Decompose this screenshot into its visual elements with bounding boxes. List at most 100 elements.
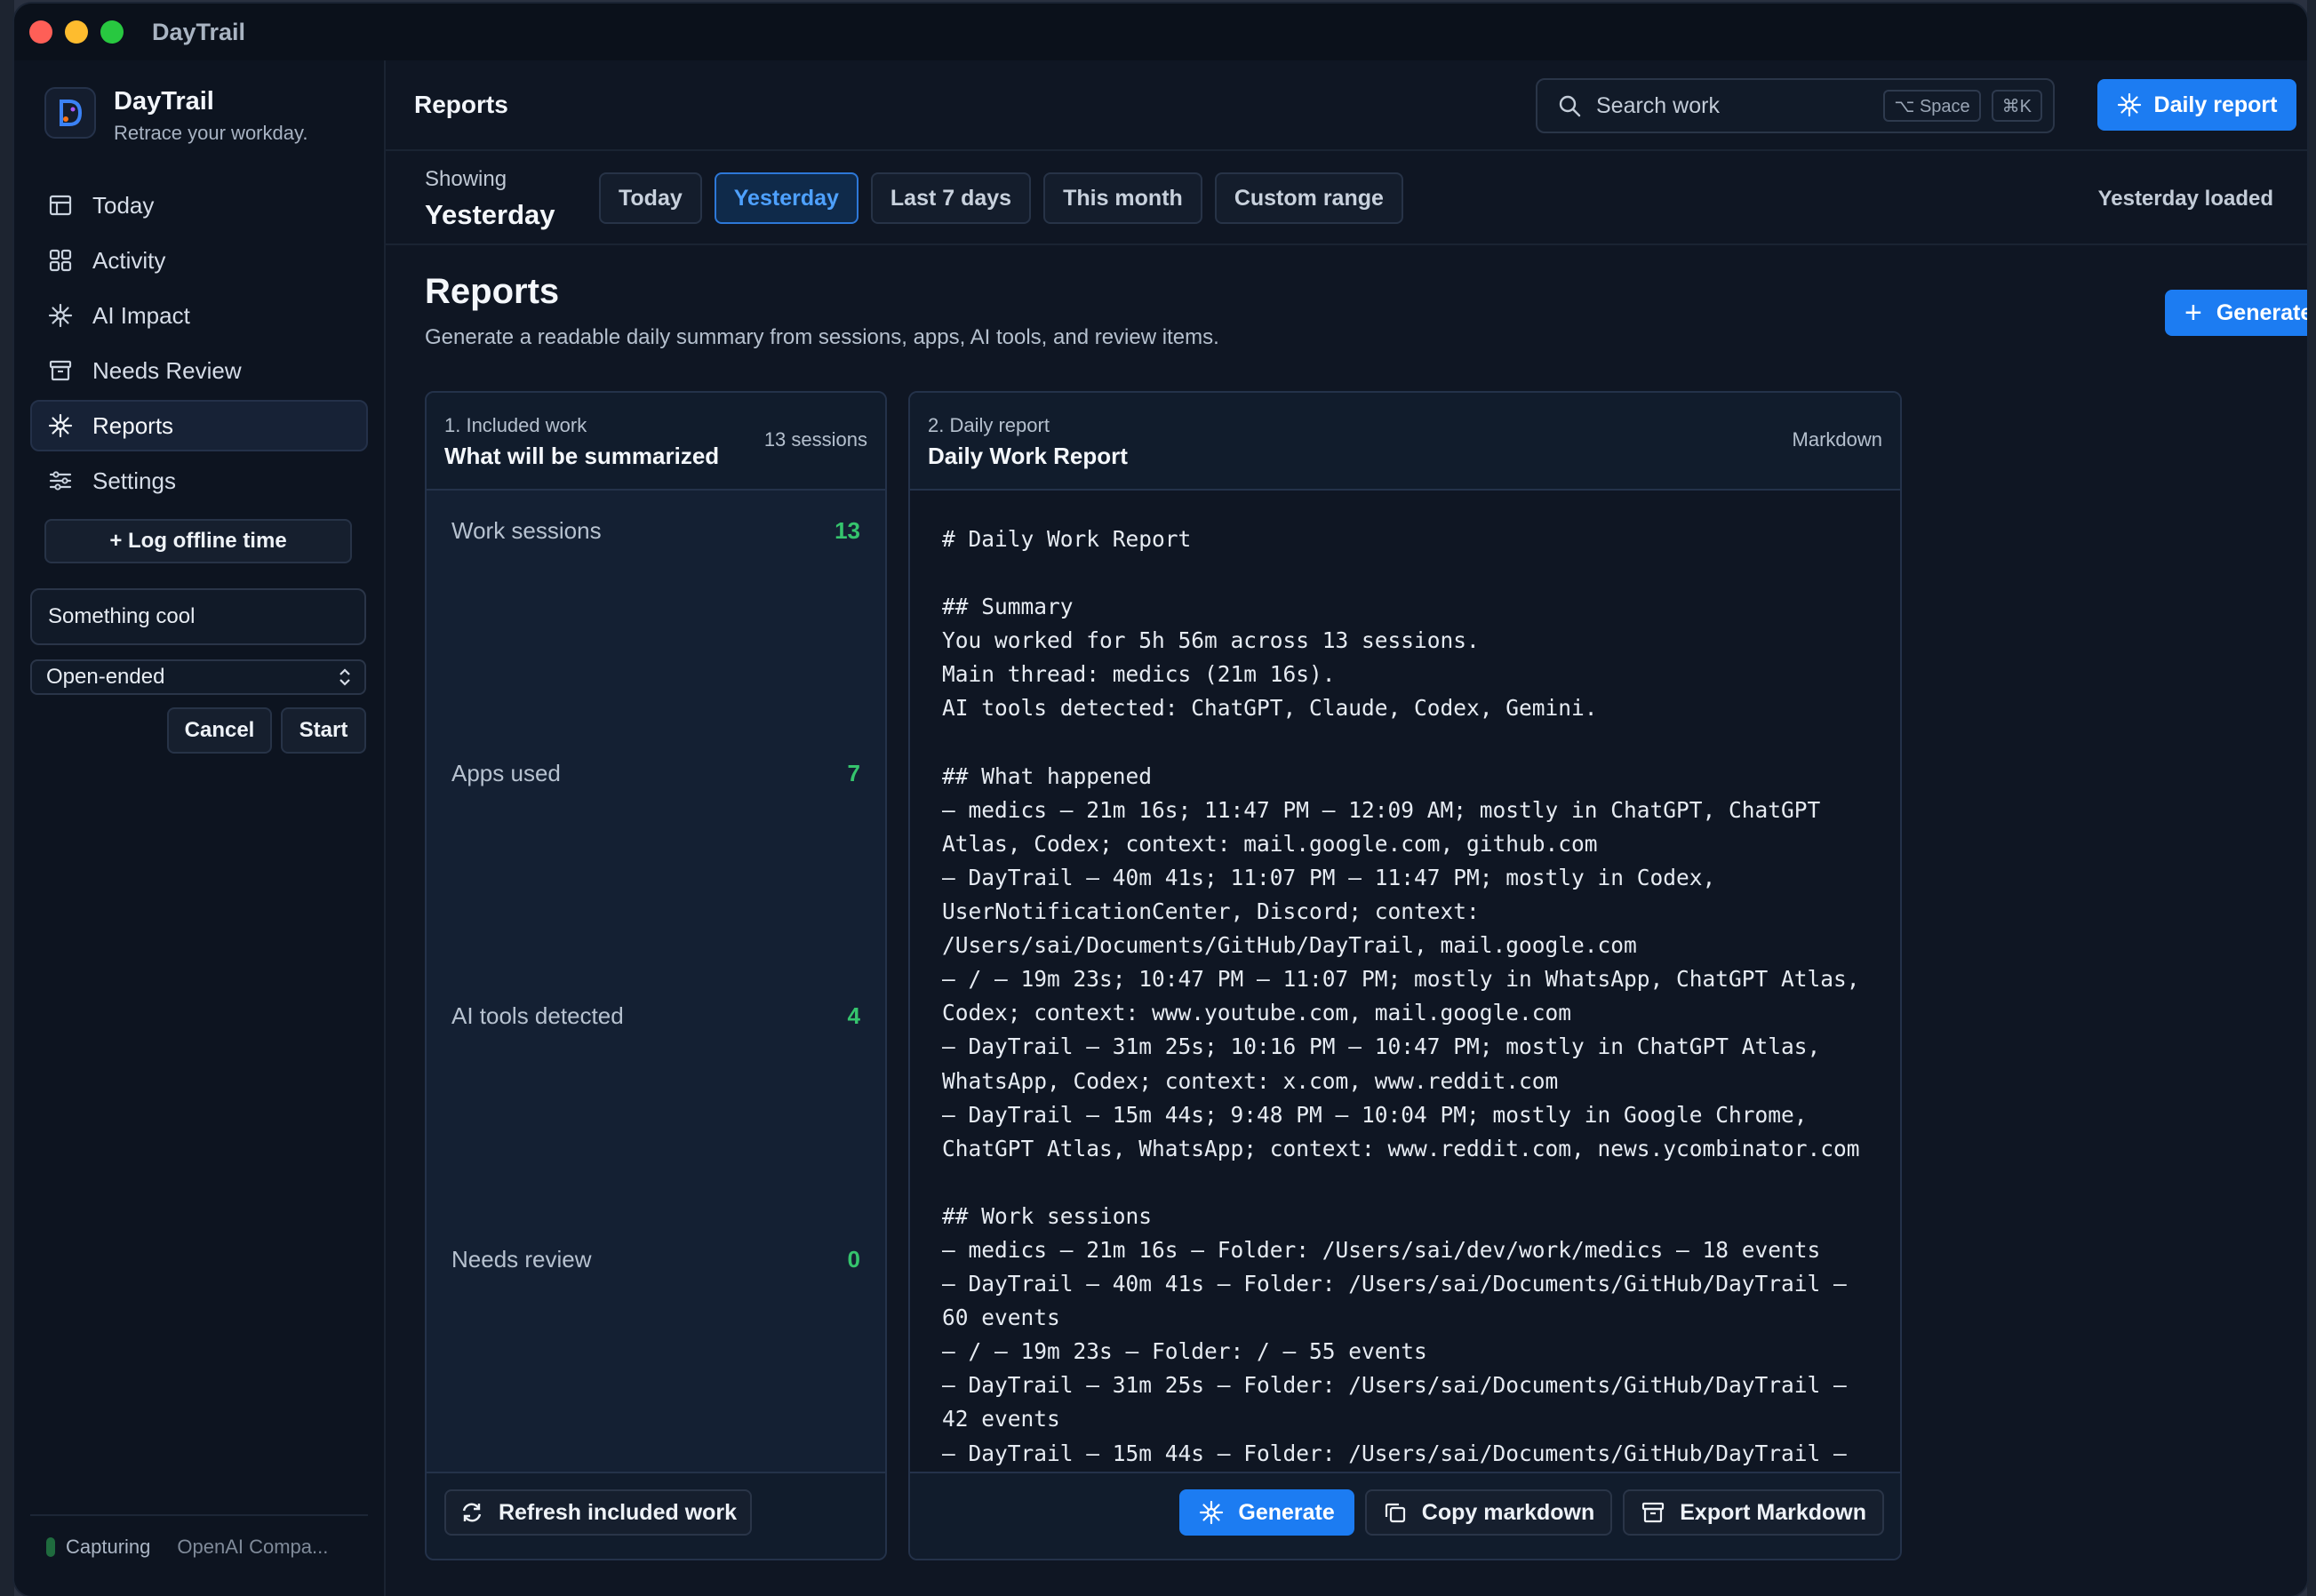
sidebar-item-label: Today (92, 191, 155, 219)
card-kicker: 1. Included work (444, 414, 587, 436)
daily-report-card: 2. Daily report Daily Work Report Markdo… (908, 391, 1902, 1560)
copy-markdown-label: Copy markdown (1421, 1499, 1595, 1525)
sparkle-icon (2117, 92, 2141, 117)
export-markdown-button[interactable]: Export Markdown (1623, 1489, 1884, 1536)
archive-icon (49, 360, 72, 381)
model-provider-label[interactable]: OpenAI Compa... (177, 1536, 328, 1559)
session-count: 13 sessions (763, 428, 867, 451)
tab-last-7-days[interactable]: Last 7 days (870, 172, 1032, 224)
load-status: Yesterday loaded (2097, 187, 2273, 211)
sidebar-item-today[interactable]: Today (30, 180, 368, 231)
cancel-button[interactable]: Cancel (167, 707, 272, 754)
main-content: Reports Search work ⌥ Space ⌘K Daily rep… (386, 60, 2307, 1596)
session-mode-value: Open-ended (46, 665, 165, 689)
copy-icon (1385, 1503, 1405, 1523)
sidebar-nav: Today Activity AI Impact Needs Review Re… (30, 180, 368, 510)
sparkle-icon (48, 303, 73, 328)
brand: DayTrail Retrace your workday. (44, 87, 307, 145)
stat-value: 13 (835, 517, 860, 544)
capture-status-text: Capturing (66, 1536, 151, 1558)
sidebar-item-settings[interactable]: Settings (30, 455, 368, 507)
report-markdown-text: # Daily Work Report ## Summary You worke… (942, 526, 1860, 1466)
desktop-background (0, 0, 14, 1596)
page-subtitle: Generate a readable daily summary from s… (425, 325, 1219, 349)
card-header: 2. Daily report Daily Work Report Markdo… (910, 393, 1900, 491)
search-shortcut-badge: ⌥ Space (1883, 90, 1981, 122)
app-window: DayTrail DayTrail Retrace your workday. … (14, 4, 2307, 1596)
window-controls (29, 20, 124, 44)
stat-work-sessions: Work sessions 13 (451, 517, 860, 545)
card-header: 1. Included work What will be summarized… (427, 393, 885, 491)
sidebar-item-activity[interactable]: Activity (30, 235, 368, 286)
card-footer: Generate Copy markdown Export Markdown (910, 1472, 1900, 1559)
date-filter-bar: Showing Yesterday Today Yesterday Last 7… (386, 151, 2307, 245)
title-bar: DayTrail (14, 4, 2307, 60)
select-chevrons-icon (339, 668, 350, 686)
format-label: Markdown (1792, 428, 1882, 451)
sidebar-item-ai-impact[interactable]: AI Impact (30, 290, 368, 341)
sidebar-item-label: Needs Review (92, 356, 242, 384)
stat-label: Needs review (451, 1246, 592, 1273)
brand-tagline: Retrace your workday. (114, 122, 308, 144)
sparkle-icon (48, 413, 73, 438)
tab-today[interactable]: Today (599, 172, 702, 224)
card-title: Daily Work Report (928, 443, 1128, 469)
session-mode-select[interactable]: Open-ended (30, 659, 366, 695)
showing-label: Showing (425, 167, 507, 191)
stat-value: 4 (847, 1002, 860, 1029)
tab-custom-range[interactable]: Custom range (1214, 172, 1403, 224)
sidebar-item-label: Activity (92, 246, 166, 274)
sidebar: DayTrail Retrace your workday. Today Act… (14, 60, 386, 1596)
brand-name: DayTrail (114, 87, 214, 116)
sliders-icon (49, 471, 72, 491)
table-icon (49, 195, 72, 216)
refresh-included-work-button[interactable]: Refresh included work (444, 1489, 752, 1536)
stat-label: AI tools detected (451, 1002, 624, 1029)
refresh-icon (462, 1503, 482, 1522)
page-title: Reports (425, 272, 560, 311)
sidebar-item-label: Settings (92, 467, 176, 494)
generate-label: Generate (1238, 1499, 1335, 1525)
tab-this-month[interactable]: This month (1043, 172, 1202, 224)
capture-status-indicator (46, 1537, 55, 1557)
export-markdown-label: Export Markdown (1680, 1499, 1866, 1525)
sidebar-item-needs-review[interactable]: Needs Review (30, 345, 368, 396)
search-field[interactable]: Search work ⌥ Space ⌘K (1536, 78, 2055, 133)
grid-icon (49, 249, 72, 272)
stat-value: 0 (847, 1246, 860, 1273)
sidebar-footer: Capturing OpenAI Compa... (30, 1514, 368, 1559)
stat-value: 7 (847, 760, 860, 786)
task-name-input[interactable] (30, 588, 366, 645)
stat-label: Apps used (451, 760, 561, 786)
report-markdown-editor[interactable]: # Daily Work Report ## Summary You worke… (910, 491, 1900, 1472)
minimize-window-button[interactable] (65, 20, 88, 44)
start-button[interactable]: Start (281, 707, 366, 754)
sidebar-item-label: Reports (92, 411, 174, 439)
copy-markdown-button[interactable]: Copy markdown (1364, 1489, 1613, 1536)
zoom-window-button[interactable] (100, 20, 124, 44)
close-window-button[interactable] (29, 20, 52, 44)
sparkle-icon (1200, 1500, 1224, 1525)
tab-yesterday[interactable]: Yesterday (714, 172, 859, 224)
generate-report-button[interactable]: + Generate (2165, 290, 2307, 336)
daily-report-button[interactable]: Daily report (2097, 79, 2296, 131)
card-title: What will be summarized (444, 443, 720, 469)
sidebar-item-label: AI Impact (92, 301, 190, 329)
stat-apps-used: Apps used 7 (451, 760, 860, 787)
refresh-label: Refresh included work (498, 1499, 738, 1525)
log-offline-time-button[interactable]: + Log offline time (44, 519, 352, 563)
sidebar-item-reports[interactable]: Reports (30, 400, 368, 451)
card-kicker: 2. Daily report (928, 414, 1050, 436)
generate-label: Generate (2216, 299, 2307, 325)
stat-needs-review: Needs review 0 (451, 1246, 860, 1273)
window-title: DayTrail (152, 18, 246, 45)
stat-ai-tools-detected: AI tools detected 4 (451, 1002, 860, 1030)
archive-icon (1642, 1502, 1665, 1523)
search-icon (1559, 95, 1581, 117)
generate-button[interactable]: Generate (1179, 1489, 1354, 1536)
page-heading: Reports (414, 91, 508, 118)
included-work-card: 1. Included work What will be summarized… (425, 391, 887, 1560)
top-bar: Reports Search work ⌥ Space ⌘K Daily rep… (386, 60, 2307, 151)
showing-value: Yesterday (425, 199, 555, 230)
card-footer: Refresh included work (427, 1472, 885, 1559)
